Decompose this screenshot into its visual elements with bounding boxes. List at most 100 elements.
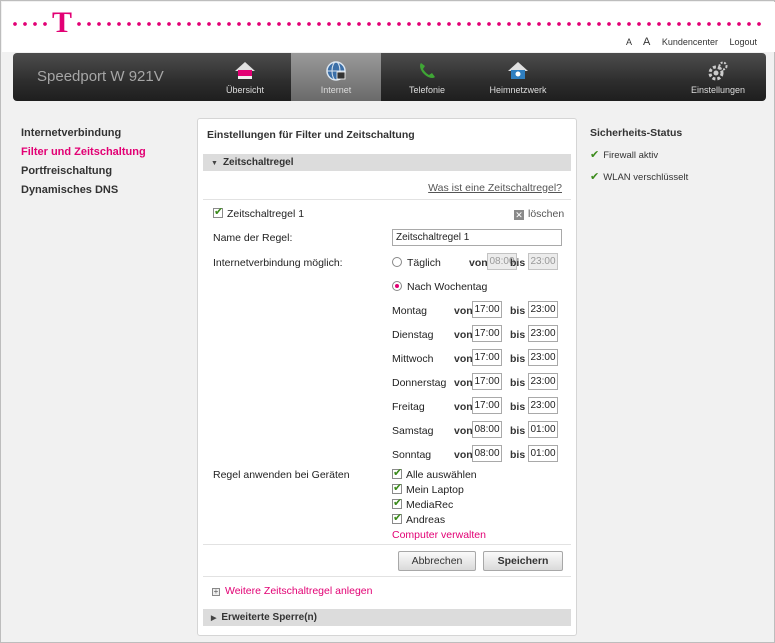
day-bis-label: bis xyxy=(510,401,526,413)
logo-dots-right xyxy=(74,22,764,26)
home-icon xyxy=(235,62,255,79)
day-bis-label: bis xyxy=(510,353,526,365)
help-link[interactable]: Was ist eine Zeitschaltregel? xyxy=(428,182,562,194)
gears-icon xyxy=(708,61,728,81)
day-label-donnerstag: Donnerstag xyxy=(392,377,447,389)
dienstag-from-input[interactable]: 17:00 xyxy=(472,325,502,342)
freitag-to-input[interactable]: 23:00 xyxy=(528,397,558,414)
add-rule-link[interactable]: + Weitere Zeitschaltregel anlegen xyxy=(212,585,372,597)
device-row-mediarec[interactable]: MediaRec xyxy=(392,496,453,511)
sonntag-to-input[interactable]: 01:00 xyxy=(528,445,558,462)
day-von-label: von xyxy=(454,353,473,365)
montag-to-input[interactable]: 23:00 xyxy=(528,301,558,318)
sidebar: Internetverbindung Filter und Zeitschalt… xyxy=(21,127,146,203)
status-wlan: ✔ WLAN verschlüsselt xyxy=(590,171,689,183)
samstag-from-input[interactable]: 08:00 xyxy=(472,421,502,438)
day-bis-label: bis xyxy=(510,377,526,389)
sidebar-item-portfreischaltung[interactable]: Portfreischaltung xyxy=(21,165,146,177)
plus-icon: + xyxy=(212,587,220,596)
security-status: Sicherheits-Status ✔ Firewall aktiv ✔ WLAN… xyxy=(590,127,688,192)
device-checkbox[interactable] xyxy=(392,511,402,524)
font-small-link[interactable]: A xyxy=(626,37,632,47)
divider xyxy=(203,576,571,577)
divider xyxy=(203,544,571,545)
donnerstag-from-input[interactable]: 17:00 xyxy=(472,373,502,390)
rule-checkbox-row[interactable]: Zeitschaltregel 1 xyxy=(213,205,304,220)
day-von-label: von xyxy=(454,377,473,389)
manage-computers-link[interactable]: Computer verwalten xyxy=(392,529,486,541)
day-von-label: von xyxy=(454,401,473,413)
day-von-label: von xyxy=(454,425,473,437)
daily-to-input[interactable]: 23:00 xyxy=(528,253,558,270)
page-frame: T A A Kundencenter Logout Speedport W 92… xyxy=(0,0,775,643)
radio-weekday-button[interactable] xyxy=(392,281,402,291)
telekom-logo[interactable]: T xyxy=(52,8,72,38)
cancel-button[interactable]: Abbrechen xyxy=(398,551,476,571)
home-network-icon xyxy=(508,62,528,79)
check-icon: ✔ xyxy=(590,171,600,183)
collapse-arrow-icon: ▼ xyxy=(211,160,218,167)
top-bar: T A A Kundencenter Logout xyxy=(2,2,775,52)
check-icon: ✔ xyxy=(590,149,600,161)
radio-daily[interactable]: Täglich xyxy=(392,257,441,269)
connection-label: Internetverbindung möglich: xyxy=(213,257,343,269)
day-bis-label: bis xyxy=(510,425,526,437)
device-row-laptop[interactable]: Mein Laptop xyxy=(392,481,464,496)
device-row-andreas[interactable]: Andreas xyxy=(392,511,445,526)
section-erweiterte-sperre[interactable]: ▶ Erweiterte Sperre(n) xyxy=(203,609,571,626)
status-firewall: ✔ Firewall aktiv xyxy=(590,149,659,161)
device-checkbox[interactable] xyxy=(392,481,402,494)
security-title: Sicherheits-Status xyxy=(590,127,683,139)
device-checkbox[interactable] xyxy=(392,496,402,509)
sidebar-item-filter[interactable]: Filter und Zeitschaltung xyxy=(21,146,146,158)
mittwoch-to-input[interactable]: 23:00 xyxy=(528,349,558,366)
samstag-to-input[interactable]: 01:00 xyxy=(528,421,558,438)
donnerstag-to-input[interactable]: 23:00 xyxy=(528,373,558,390)
device-name: Speedport W 921V xyxy=(37,68,164,85)
kundencenter-link[interactable]: Kundencenter xyxy=(662,37,718,47)
day-label-montag: Montag xyxy=(392,305,428,317)
radio-weekday[interactable]: Nach Wochentag xyxy=(392,281,487,293)
save-button[interactable]: Speichern xyxy=(483,551,563,571)
day-label-sonntag: Sonntag xyxy=(392,449,432,461)
sidebar-item-internetverbindung[interactable]: Internetverbindung xyxy=(21,127,146,139)
radio-daily-button[interactable] xyxy=(392,257,402,267)
panel-title: Einstellungen für Filter und Zeitschaltu… xyxy=(207,129,415,141)
day-label-mittwoch: Mittwoch xyxy=(392,353,434,365)
delete-rule-button[interactable]: ✕ löschen xyxy=(514,208,564,220)
day-label-dienstag: Dienstag xyxy=(392,329,434,341)
settings-panel: Einstellungen für Filter und Zeitschaltu… xyxy=(197,118,577,636)
nav-internet[interactable]: Internet xyxy=(291,53,381,101)
divider xyxy=(203,199,571,200)
nav-heimnetzwerk[interactable]: Heimnetzwerk xyxy=(473,53,563,101)
logo-dots-left xyxy=(10,22,50,26)
dienstag-to-input[interactable]: 23:00 xyxy=(528,325,558,342)
expand-arrow-icon: ▶ xyxy=(211,615,217,622)
day-label-freitag: Freitag xyxy=(392,401,425,413)
nav-einstellungen[interactable]: Einstellungen xyxy=(673,53,763,101)
rule-checkbox[interactable] xyxy=(213,205,223,218)
mittwoch-from-input[interactable]: 17:00 xyxy=(472,349,502,366)
day-bis-label: bis xyxy=(510,449,526,461)
daily-von-label: von xyxy=(469,257,488,269)
globe-icon xyxy=(326,61,346,81)
day-von-label: von xyxy=(454,305,473,317)
device-checkbox[interactable] xyxy=(392,466,402,479)
nav-uebersicht[interactable]: Übersicht xyxy=(200,53,290,101)
nav-telefonie[interactable]: Telefonie xyxy=(382,53,472,101)
delete-icon: ✕ xyxy=(514,210,524,220)
day-bis-label: bis xyxy=(510,329,526,341)
day-von-label: von xyxy=(454,449,473,461)
sidebar-item-dynamisches-dns[interactable]: Dynamisches DNS xyxy=(21,184,146,196)
device-row-all[interactable]: Alle auswählen xyxy=(392,466,477,481)
sonntag-from-input[interactable]: 08:00 xyxy=(472,445,502,462)
freitag-from-input[interactable]: 17:00 xyxy=(472,397,502,414)
main-navbar: Speedport W 921V Übersicht Internet Tele xyxy=(13,53,766,101)
phone-icon xyxy=(420,63,435,78)
montag-from-input[interactable]: 17:00 xyxy=(472,301,502,318)
logout-link[interactable]: Logout xyxy=(729,37,757,47)
font-large-link[interactable]: A xyxy=(643,36,650,48)
rule-name-input[interactable]: Zeitschaltregel 1 xyxy=(392,229,562,246)
devices-label: Regel anwenden bei Geräten xyxy=(213,469,350,481)
section-zeitschaltregel[interactable]: ▼ Zeitschaltregel xyxy=(203,154,571,171)
